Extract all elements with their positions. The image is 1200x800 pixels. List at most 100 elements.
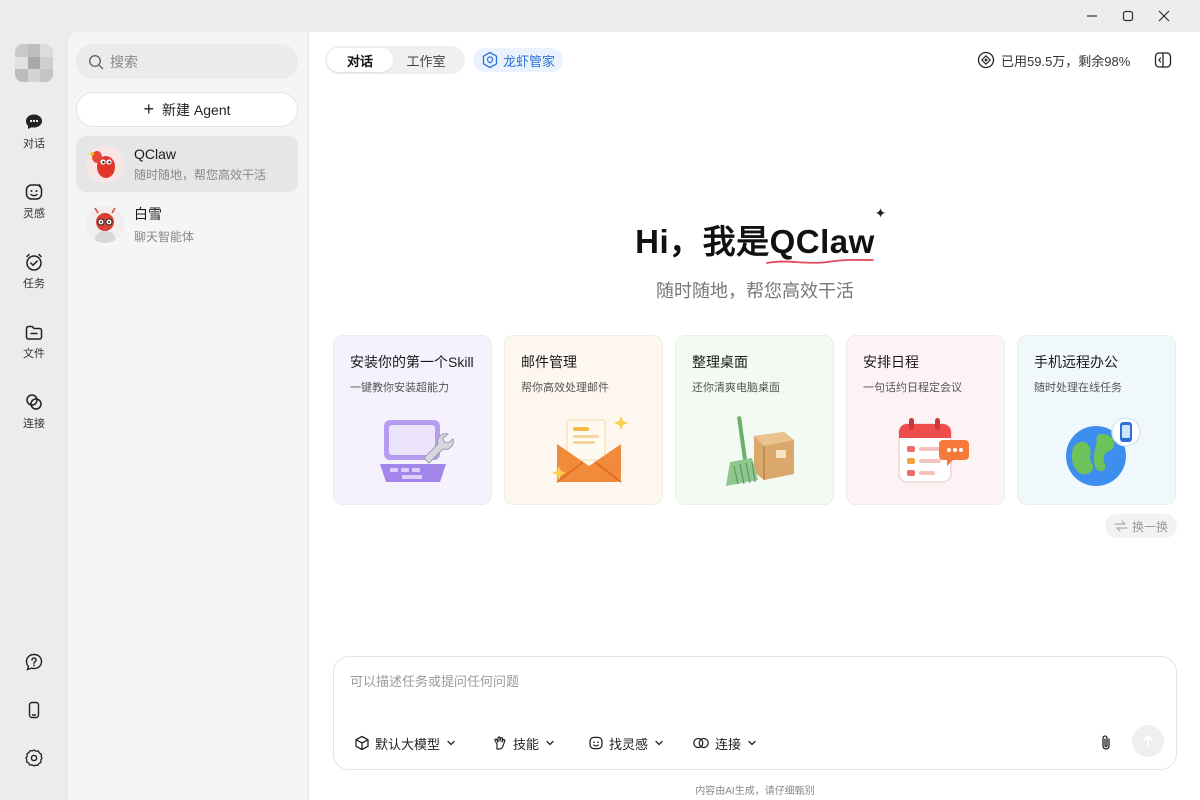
new-agent-button[interactable]: + 新建 Agent: [76, 92, 298, 127]
attach-button[interactable]: [1094, 731, 1118, 755]
rail-label: 连接: [23, 417, 45, 430]
agent-desc: 随时随地，帮您高效干活: [134, 167, 267, 182]
hero-title: Hi，我是QClaw ✦: [635, 205, 886, 264]
rail-item-chat[interactable]: 对话: [0, 105, 68, 157]
tab-chat[interactable]: 对话: [327, 48, 393, 72]
link-icon: [26, 393, 42, 410]
agent-item-baixue[interactable]: 白雪 聊天智能体: [76, 196, 298, 252]
rail-item-inspiration[interactable]: 灵感: [0, 175, 68, 227]
agent-item-qclaw[interactable]: QClaw 随时随地，帮您高效干活: [76, 136, 298, 192]
rail-item-task[interactable]: 任务: [0, 245, 68, 297]
rail-label: 灵感: [23, 207, 45, 220]
shuffle-label: 换一换: [1131, 519, 1168, 534]
close-icon: [1158, 10, 1170, 22]
chevron-down-icon: [655, 740, 663, 746]
phone-icon: [28, 701, 40, 719]
card-install-skill[interactable]: 安装你的第一个Skill 一键教你安装超能力: [333, 335, 492, 505]
token-icon: [977, 51, 995, 69]
card-remote[interactable]: 手机远程办公 随时处理在线任务: [1017, 335, 1176, 505]
agent-sidebar: + 新建 Agent QClaw 随时随地，帮您高效干活: [68, 32, 308, 800]
card-desc: 一键教你安装超能力: [350, 382, 449, 394]
folder-icon: [25, 325, 43, 340]
card-desc: 还你清爽电脑桌面: [692, 382, 780, 394]
paperclip-icon: [1102, 735, 1110, 750]
help-button[interactable]: [0, 646, 68, 678]
broom-box-icon: [726, 416, 794, 486]
help-icon: [25, 653, 43, 671]
agent-name: 白雪: [134, 205, 162, 222]
hero-title-text: Hi，我是QClaw: [635, 223, 875, 260]
card-desktop[interactable]: 整理桌面 还你清爽电脑桌面: [675, 335, 834, 505]
nav-rail: 对话 灵感 任务 文件 连接: [0, 32, 68, 800]
chip-label: 连接: [715, 736, 742, 752]
minimize-button[interactable]: [1074, 0, 1110, 32]
card-mail[interactable]: 邮件管理 帮你高效处理邮件: [504, 335, 663, 505]
rail-label: 文件: [23, 347, 45, 360]
chip-label: 找灵感: [609, 736, 649, 752]
usage-text: 已用59.5万，剩余98%: [1001, 53, 1131, 69]
butler-label: 龙虾管家: [503, 53, 556, 69]
card-desc: 一句话约日程定会议: [863, 382, 962, 394]
toggle-panel-button[interactable]: [1152, 49, 1174, 71]
envelope-icon: [552, 416, 628, 483]
card-schedule[interactable]: 安排日程 一句话约日程定会议: [846, 335, 1005, 505]
tab-studio[interactable]: 工作室: [393, 48, 459, 72]
lobster-mascot-icon: [86, 145, 124, 183]
skill-selector[interactable]: 技能: [492, 732, 560, 754]
butler-button[interactable]: 龙虾管家: [473, 48, 564, 72]
composer: 默认大模型 技能 找灵感 连接: [333, 656, 1177, 770]
chip-label: 技能: [513, 736, 540, 752]
send-button[interactable]: [1132, 725, 1164, 757]
card-title: 安排日程: [863, 354, 919, 370]
card-title: 邮件管理: [521, 354, 577, 370]
avatar-pixelated-icon: [15, 44, 53, 82]
hero-subtitle: 随时随地，帮您高效干活: [656, 281, 854, 301]
chip-label: 默认大模型: [375, 736, 441, 752]
plus-icon: +: [143, 99, 155, 119]
settings-button[interactable]: [0, 742, 68, 774]
agent-desc: 聊天智能体: [134, 229, 195, 244]
search-box[interactable]: [76, 44, 298, 79]
connect-selector[interactable]: 连接: [692, 732, 762, 754]
model-selector[interactable]: 默认大模型: [354, 732, 461, 754]
shuffle-button[interactable]: 换一换: [1105, 514, 1177, 538]
card-desc: 帮你高效处理邮件: [521, 382, 609, 394]
chevron-down-icon: [447, 740, 455, 746]
card-title: 手机远程办公: [1034, 354, 1118, 370]
send-arrow-icon: [1143, 735, 1153, 747]
chevron-down-icon: [748, 740, 756, 746]
hero: Hi，我是QClaw ✦ 随时随地，帮您高效干活: [309, 205, 1200, 303]
new-agent-label: 新建 Agent: [162, 101, 231, 118]
baixue-avatar: [86, 205, 124, 243]
skill-icon: [494, 736, 506, 750]
search-input[interactable]: [110, 53, 280, 70]
prompt-input[interactable]: [350, 671, 1150, 711]
inspiration-icon: [25, 183, 43, 200]
close-button[interactable]: [1146, 0, 1182, 32]
settings-icon: [25, 749, 43, 767]
chevron-down-icon: [546, 740, 554, 746]
globe-phone-icon: [1066, 417, 1141, 486]
sparkle-icon: ✦: [874, 205, 887, 221]
usage-indicator[interactable]: 已用59.5万，剩余98%: [977, 50, 1130, 70]
mode-tabs: 对话 工作室: [325, 46, 465, 74]
mobile-button[interactable]: [0, 694, 68, 726]
user-avatar[interactable]: [15, 44, 53, 82]
card-desc: 随时处理在线任务: [1034, 382, 1122, 394]
minimize-icon: [1087, 15, 1097, 17]
inspiration-selector[interactable]: 找灵感: [588, 732, 669, 754]
laptop-wrench-icon: [380, 420, 454, 482]
cube-icon: [355, 735, 369, 751]
rail-item-connect[interactable]: 连接: [0, 385, 68, 437]
lobster-glasses-icon: [86, 205, 124, 243]
rail-item-files[interactable]: 文件: [0, 315, 68, 367]
panel-toggle-icon: [1154, 52, 1172, 68]
calendar-icon: [898, 418, 969, 483]
title-bar: [0, 0, 1200, 32]
refresh-icon: [1114, 520, 1128, 532]
ai-disclaimer: 内容由AI生成，请仔细甄别: [695, 786, 815, 797]
agent-name: QClaw: [134, 145, 177, 162]
title-underline: [765, 258, 874, 264]
rail-label: 任务: [23, 277, 45, 290]
maximize-button[interactable]: [1110, 0, 1146, 32]
